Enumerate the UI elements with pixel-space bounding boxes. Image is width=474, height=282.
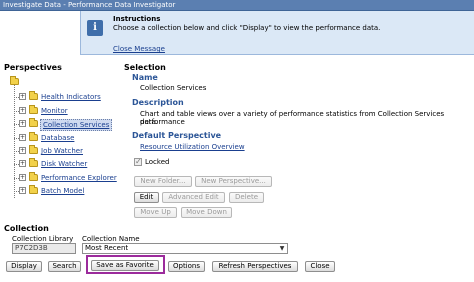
chevron-down-icon[interactable]: ▼ [278,245,286,252]
collection-name-select[interactable]: Most Recent ▼ [82,243,288,254]
folder-icon [29,105,38,114]
folder-icon [29,185,38,194]
folder-icon [29,132,38,141]
edit-button[interactable]: Edit [134,192,159,203]
new-folder-button[interactable]: New Folder... [134,176,192,187]
options-button[interactable]: Options [168,261,205,272]
name-label: Name [132,73,158,82]
folder-icon [29,172,38,181]
default-perspective-label: Default Perspective [132,131,222,140]
search-button[interactable]: Search [48,261,81,272]
locked-checkbox[interactable] [134,157,142,166]
name-value: Collection Services [140,84,207,92]
move-down-button[interactable]: Move Down [181,207,232,218]
folder-icon [29,145,38,154]
instructions-title: Instructions [113,15,161,23]
favorite-highlight-box [86,255,165,274]
tree-item-label[interactable]: Database [41,133,74,143]
selection-heading: Selection [124,63,166,72]
collection-heading: Collection [4,224,49,233]
folder-icon [29,158,38,167]
expand-icon[interactable]: + [19,120,26,127]
tree-item-label[interactable]: Performance Explorer [41,173,117,183]
folder-icon [29,91,38,100]
delete-button[interactable]: Delete [229,192,264,203]
tree-item-label[interactable]: Health Indicators [41,92,101,102]
expand-icon[interactable]: + [19,147,26,154]
collection-library-label: Collection Library [12,235,74,243]
tree-item-label[interactable]: Job Watcher [41,146,83,156]
tree-item-label[interactable]: Collection Services [40,119,113,131]
locked-label: Locked [145,158,170,166]
perspectives-tree: + Health Indicators + Monitor + Collecti… [4,76,122,200]
description-line-2: data. [140,118,158,126]
root-folder-icon [10,76,20,85]
instructions-panel: i Instructions Choose a collection below… [80,11,474,55]
display-button[interactable]: Display [6,261,42,272]
instructions-text: Choose a collection below and click "Dis… [113,24,381,32]
collection-name-label: Collection Name [82,235,140,243]
advanced-edit-button[interactable]: Advanced Edit [162,192,225,203]
expand-icon[interactable]: + [19,134,26,141]
close-message-link[interactable]: Close Message [113,45,165,53]
default-perspective-link[interactable]: Resource Utilization Overview [140,143,245,151]
folder-icon [29,118,38,127]
expand-icon[interactable]: + [19,160,26,167]
description-label: Description [132,98,184,107]
tree-item-label[interactable]: Disk Watcher [41,159,87,169]
tree-item-label[interactable]: Batch Model [41,186,84,196]
window-title: Investigate Data - Performance Data Inve… [0,0,474,11]
info-icon: i [87,20,103,36]
new-perspective-button[interactable]: New Perspective... [195,176,272,187]
collection-name-value: Most Recent [85,244,129,252]
expand-icon[interactable]: + [19,107,26,114]
tree-item-label[interactable]: Monitor [41,106,68,116]
perspectives-heading: Perspectives [4,63,62,72]
collection-library-field[interactable]: P7C2D3B [12,243,76,254]
folder-icon [10,76,19,85]
close-button[interactable]: Close [305,261,335,272]
expand-icon[interactable]: + [19,187,26,194]
tree-connector [14,84,15,198]
move-up-button[interactable]: Move Up [134,207,177,218]
expand-icon[interactable]: + [19,93,26,100]
description-line-1: Chart and table views over a variety of … [140,110,445,126]
refresh-perspectives-button[interactable]: Refresh Perspectives [212,261,298,272]
expand-icon[interactable]: + [19,174,26,181]
